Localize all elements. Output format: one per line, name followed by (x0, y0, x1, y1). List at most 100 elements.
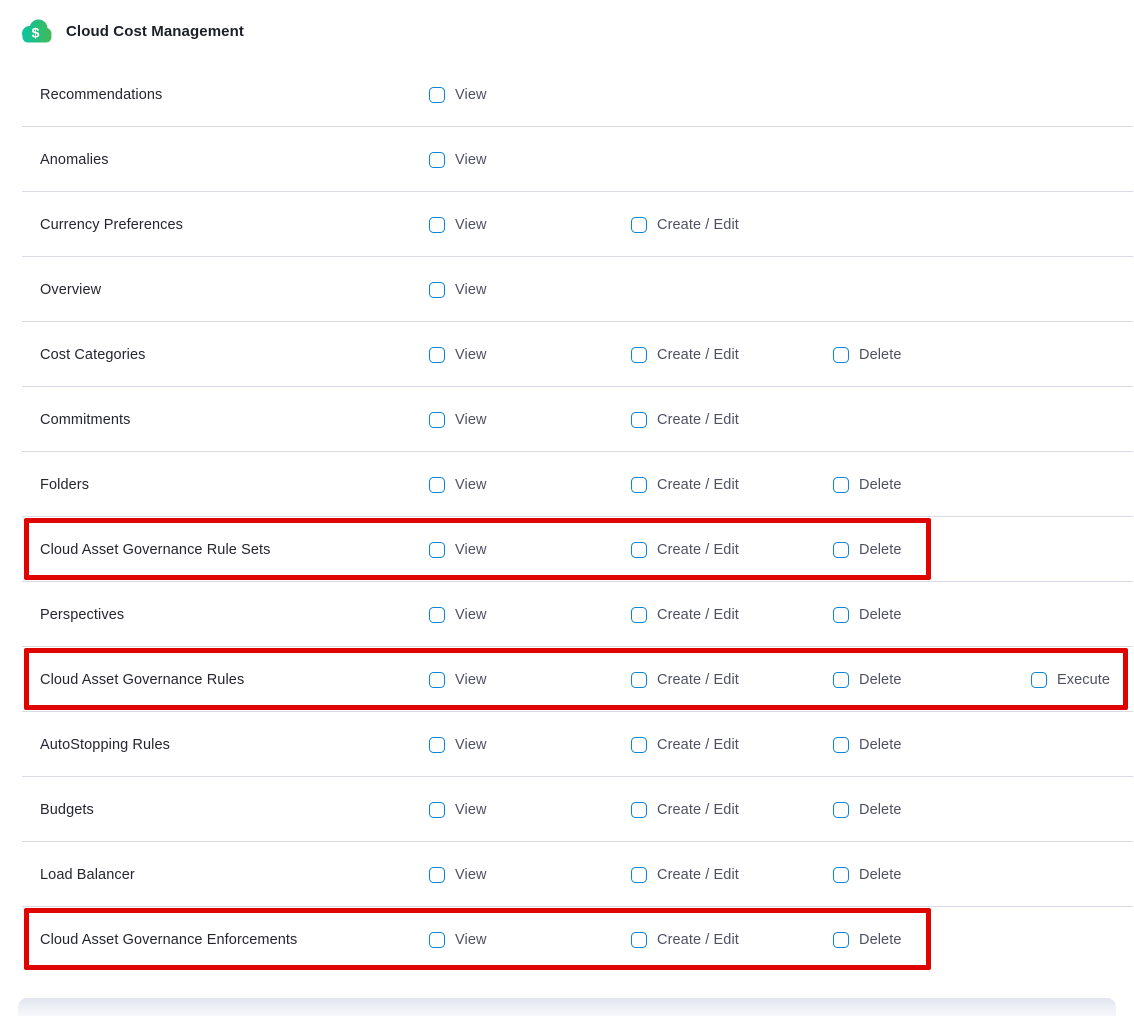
checkbox-label: Delete (859, 347, 902, 363)
permission-create-edit[interactable]: Create / Edit (631, 412, 739, 428)
permission-view[interactable]: View (429, 477, 487, 493)
permission-execute[interactable]: Execute (1031, 672, 1110, 688)
view-checkbox[interactable] (429, 477, 445, 493)
checkbox-label: Delete (859, 672, 902, 688)
permission-view[interactable]: View (429, 217, 487, 233)
delete-checkbox[interactable] (833, 607, 849, 623)
execute-checkbox[interactable] (1031, 672, 1047, 688)
permission-create-edit[interactable]: Create / Edit (631, 802, 739, 818)
checkbox-label: Delete (859, 932, 902, 948)
permission-view[interactable]: View (429, 802, 487, 818)
resource-label: Load Balancer (40, 867, 135, 883)
create-edit-checkbox[interactable] (631, 932, 647, 948)
create-edit-checkbox[interactable] (631, 867, 647, 883)
permission-create-edit[interactable]: Create / Edit (631, 932, 739, 948)
permission-delete[interactable]: Delete (833, 672, 902, 688)
checkbox-label: Create / Edit (657, 542, 739, 558)
permission-view[interactable]: View (429, 932, 487, 948)
view-checkbox[interactable] (429, 607, 445, 623)
row-cost-categories: Cost Categories View Create / Edit Delet… (0, 322, 1134, 387)
permission-view[interactable]: View (429, 412, 487, 428)
delete-checkbox[interactable] (833, 737, 849, 753)
row-cloud-asset-governance-enforcements: Cloud Asset Governance Enforcements View… (0, 907, 1134, 972)
permission-create-edit[interactable]: Create / Edit (631, 477, 739, 493)
permission-delete[interactable]: Delete (833, 542, 902, 558)
checkbox-label: View (455, 867, 487, 883)
checkbox-label: Delete (859, 477, 902, 493)
view-checkbox[interactable] (429, 217, 445, 233)
create-edit-checkbox[interactable] (631, 347, 647, 363)
permission-view[interactable]: View (429, 607, 487, 623)
delete-checkbox[interactable] (833, 867, 849, 883)
view-checkbox[interactable] (429, 87, 445, 103)
create-edit-checkbox[interactable] (631, 477, 647, 493)
resource-label: Recommendations (40, 87, 162, 103)
delete-checkbox[interactable] (833, 347, 849, 363)
cloud-dollar-icon: $ (20, 17, 52, 45)
permission-delete[interactable]: Delete (833, 347, 902, 363)
view-checkbox[interactable] (429, 412, 445, 428)
permission-view[interactable]: View (429, 672, 487, 688)
view-checkbox[interactable] (429, 542, 445, 558)
permission-view[interactable]: View (429, 152, 487, 168)
permission-create-edit[interactable]: Create / Edit (631, 347, 739, 363)
create-edit-checkbox[interactable] (631, 672, 647, 688)
next-section-edge[interactable] (18, 998, 1116, 1016)
permission-create-edit[interactable]: Create / Edit (631, 737, 739, 753)
checkbox-label: Create / Edit (657, 217, 739, 233)
row-overview: Overview View (0, 257, 1134, 322)
permission-view[interactable]: View (429, 867, 487, 883)
view-checkbox[interactable] (429, 932, 445, 948)
delete-checkbox[interactable] (833, 802, 849, 818)
permission-create-edit[interactable]: Create / Edit (631, 607, 739, 623)
checkbox-label: View (455, 477, 487, 493)
row-anomalies: Anomalies View (0, 127, 1134, 192)
permission-create-edit[interactable]: Create / Edit (631, 672, 739, 688)
view-checkbox[interactable] (429, 152, 445, 168)
checkbox-label: View (455, 542, 487, 558)
checkbox-label: View (455, 412, 487, 428)
view-checkbox[interactable] (429, 347, 445, 363)
permission-delete[interactable]: Delete (833, 477, 902, 493)
view-checkbox[interactable] (429, 672, 445, 688)
permission-create-edit[interactable]: Create / Edit (631, 542, 739, 558)
checkbox-label: Create / Edit (657, 607, 739, 623)
row-cloud-asset-governance-rules: Cloud Asset Governance Rules View Create… (0, 647, 1134, 712)
create-edit-checkbox[interactable] (631, 802, 647, 818)
row-commitments: Commitments View Create / Edit (0, 387, 1134, 452)
view-checkbox[interactable] (429, 867, 445, 883)
permission-create-edit[interactable]: Create / Edit (631, 867, 739, 883)
create-edit-checkbox[interactable] (631, 542, 647, 558)
view-checkbox[interactable] (429, 282, 445, 298)
checkbox-label: Delete (859, 867, 902, 883)
checkbox-label: View (455, 217, 487, 233)
view-checkbox[interactable] (429, 737, 445, 753)
permission-create-edit[interactable]: Create / Edit (631, 217, 739, 233)
permission-delete[interactable]: Delete (833, 607, 902, 623)
permission-view[interactable]: View (429, 87, 487, 103)
permission-delete[interactable]: Delete (833, 802, 902, 818)
checkbox-label: Create / Edit (657, 932, 739, 948)
permission-view[interactable]: View (429, 737, 487, 753)
create-edit-checkbox[interactable] (631, 217, 647, 233)
checkbox-label: Create / Edit (657, 737, 739, 753)
delete-checkbox[interactable] (833, 932, 849, 948)
view-checkbox[interactable] (429, 802, 445, 818)
resource-label: Currency Preferences (40, 217, 183, 233)
permission-view[interactable]: View (429, 542, 487, 558)
checkbox-label: Delete (859, 802, 902, 818)
create-edit-checkbox[interactable] (631, 737, 647, 753)
permission-view[interactable]: View (429, 282, 487, 298)
checkbox-label: View (455, 737, 487, 753)
delete-checkbox[interactable] (833, 477, 849, 493)
create-edit-checkbox[interactable] (631, 412, 647, 428)
delete-checkbox[interactable] (833, 672, 849, 688)
permission-delete[interactable]: Delete (833, 737, 902, 753)
delete-checkbox[interactable] (833, 542, 849, 558)
create-edit-checkbox[interactable] (631, 607, 647, 623)
permission-delete[interactable]: Delete (833, 867, 902, 883)
section-header: $ Cloud Cost Management (0, 0, 1134, 62)
checkbox-label: Create / Edit (657, 802, 739, 818)
permission-view[interactable]: View (429, 347, 487, 363)
permission-delete[interactable]: Delete (833, 932, 902, 948)
